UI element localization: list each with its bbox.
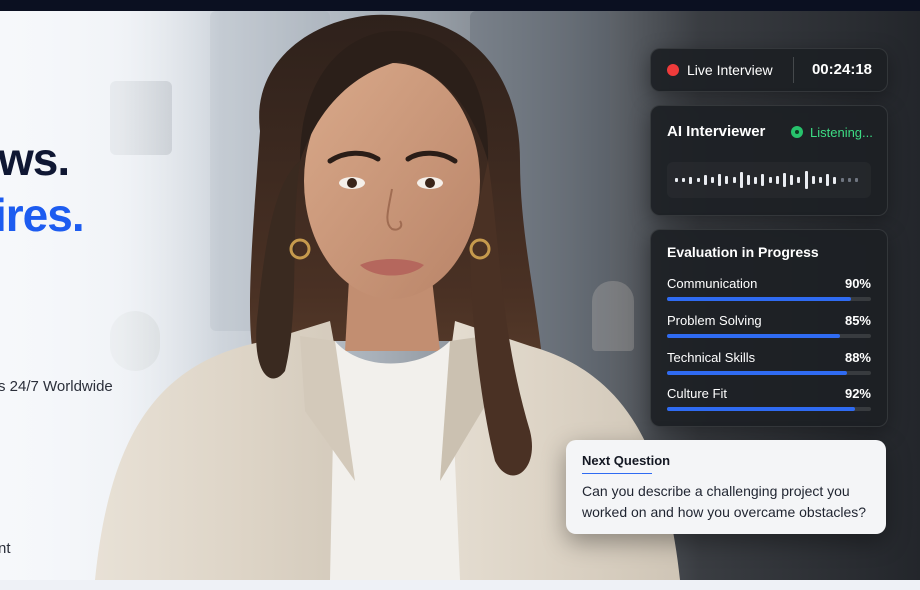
waveform-bar (819, 177, 822, 183)
metric-problem-solving: Problem Solving 85% (667, 313, 871, 343)
waveform-bar (725, 175, 729, 185)
next-question-text: Can you describe a challenging project y… (582, 483, 867, 520)
audio-waveform-icon (667, 162, 871, 198)
metric-track (667, 371, 871, 375)
top-bar (0, 0, 920, 11)
metric-fill (667, 334, 841, 338)
metric-name: Technical Skills (667, 350, 756, 365)
metric-technical-skills: Technical Skills 88% (667, 350, 871, 380)
video-stage: ws. ires. s 24/7 Worldwide nt Live Inter… (0, 11, 920, 580)
metric-fill (667, 407, 855, 411)
metric-communication: Communication 90% (667, 276, 871, 306)
evaluation-title: Evaluation in Progress (667, 244, 819, 260)
waveform-bar (840, 177, 844, 183)
metric-name: Culture Fit (667, 386, 727, 401)
metric-track (667, 297, 871, 301)
listening-status-label: Listening... (810, 125, 873, 140)
ai-interviewer-title: AI Interviewer (667, 123, 766, 140)
waveform-bar (775, 175, 779, 185)
title-underline (582, 473, 652, 474)
metric-name: Problem Solving (667, 313, 762, 328)
waveform-bar (826, 174, 830, 186)
bottom-bar (0, 580, 920, 590)
hero-headline-line1: ws. (0, 133, 70, 185)
waveform-bar (718, 173, 722, 187)
metric-fill (667, 297, 851, 301)
waveform-bar (732, 177, 736, 183)
waveform-bar (682, 177, 686, 183)
ai-interviewer-card: AI Interviewer Listening... (650, 105, 888, 216)
waveform-bar (811, 175, 815, 185)
live-interview-card: Live Interview 00:24:18 (650, 48, 888, 92)
waveform-bar (833, 176, 837, 184)
listening-status: Listening... (791, 125, 873, 140)
waveform-bar (761, 173, 765, 187)
divider (793, 57, 794, 83)
waveform-bar (739, 172, 743, 188)
metric-name: Communication (667, 276, 758, 291)
metric-percent: 90% (844, 276, 871, 291)
waveform-bar (711, 177, 714, 183)
next-question-title: Next Question (582, 453, 671, 468)
waveform-bar (675, 177, 678, 183)
record-dot-icon (667, 64, 679, 76)
waveform-bar (790, 175, 794, 185)
metric-percent: 92% (844, 386, 871, 401)
evaluation-card: Evaluation in Progress Communication 90%… (650, 229, 888, 427)
hero-headline-line2: ires. (0, 189, 85, 241)
live-interview-label: Live Interview (687, 62, 773, 78)
waveform-bar (797, 177, 801, 183)
waveform-bar (689, 176, 693, 184)
next-question-card: Next Question Can you describe a challen… (566, 440, 886, 534)
metric-track (667, 407, 871, 411)
metric-percent: 85% (844, 313, 871, 328)
metric-fill (667, 371, 847, 375)
waveform-bar (847, 177, 851, 183)
metric-percent: 88% (844, 350, 871, 365)
metric-culture-fit: Culture Fit 92% (667, 386, 871, 416)
interview-timer: 00:24:18 (811, 61, 872, 78)
waveform-bar (754, 176, 758, 184)
waveform-bar (855, 177, 858, 183)
hero-feature-text-2: nt (0, 540, 11, 557)
waveform-bar (768, 177, 772, 183)
waveform-bar (747, 175, 750, 185)
waveform-bar (696, 177, 700, 183)
hero-feature-text: s 24/7 Worldwide (0, 378, 113, 395)
waveform-bar (804, 170, 808, 190)
waveform-bar (783, 173, 786, 187)
waveform-bar (703, 175, 707, 185)
metric-track (667, 334, 871, 338)
